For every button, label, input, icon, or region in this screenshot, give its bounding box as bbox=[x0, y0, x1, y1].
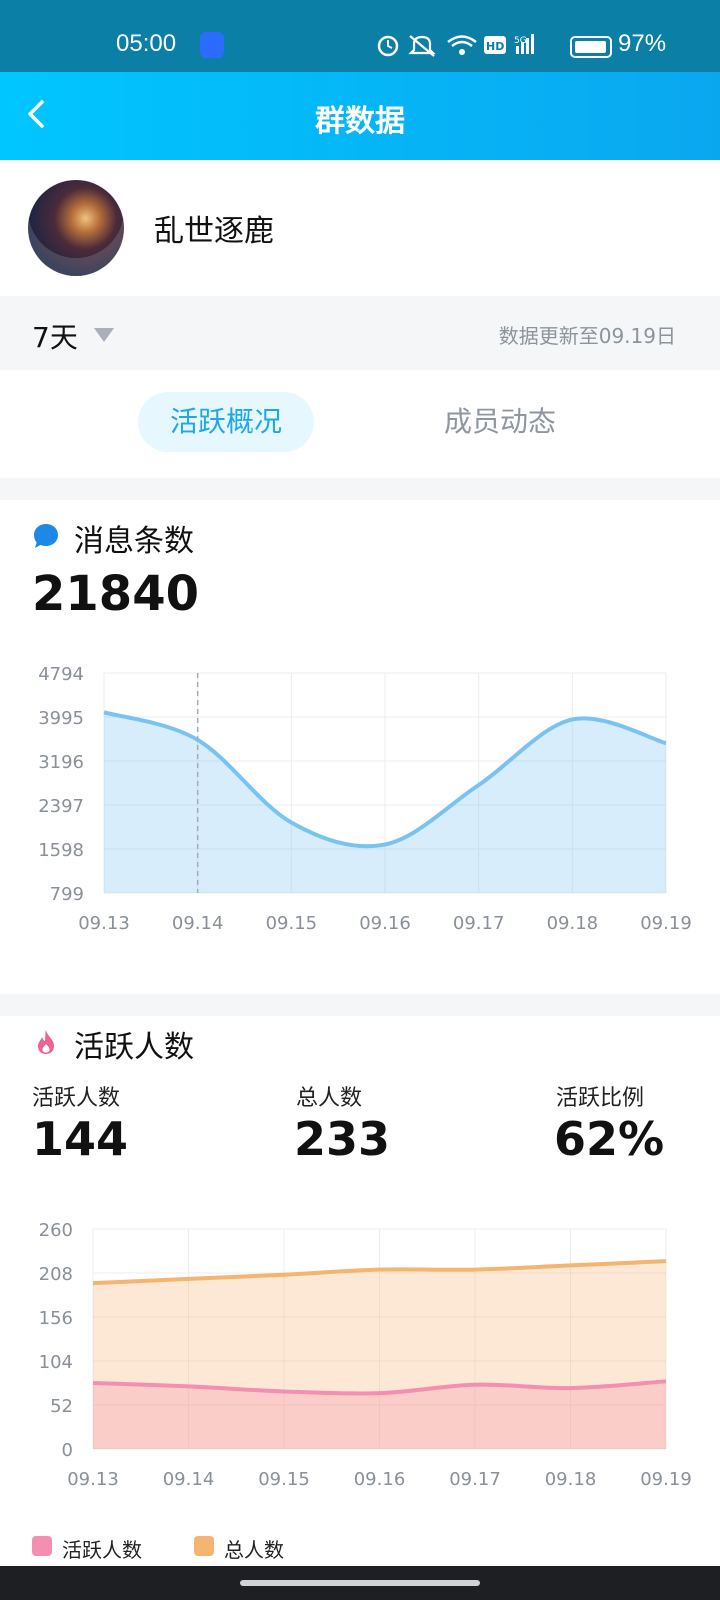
stat-ratio-value: 62% bbox=[554, 1112, 665, 1166]
y-tick-label: 52 bbox=[50, 1396, 73, 1417]
stat-active-value: 144 bbox=[32, 1112, 129, 1166]
data-updated-text: 数据更新至09.19日 bbox=[498, 324, 676, 348]
y-tick-label: 104 bbox=[39, 1352, 73, 1373]
system-nav-bar bbox=[0, 1566, 720, 1600]
x-tick-label: 09.17 bbox=[453, 913, 505, 934]
x-tick-label: 09.14 bbox=[172, 913, 224, 934]
x-tick-label: 09.19 bbox=[640, 913, 692, 934]
group-avatar[interactable] bbox=[28, 180, 124, 276]
stat-ratio-label: 活跃比例 bbox=[556, 1086, 645, 1111]
x-tick-label: 09.15 bbox=[258, 1469, 310, 1490]
chat-bubble-icon bbox=[34, 524, 58, 548]
x-tick-label: 09.17 bbox=[449, 1469, 501, 1490]
active-members-chart: 260 208 156 104 52 0 09.13 09.14 09.15 09.16 09.17… bbox=[39, 1220, 692, 1490]
y-tick-label: 3196 bbox=[38, 752, 84, 773]
y-tick-label: 1598 bbox=[38, 840, 84, 861]
alarm-icon bbox=[377, 35, 399, 57]
y-tick-label: 4794 bbox=[38, 664, 84, 685]
tab-bar: 活跃概况 成员动态 bbox=[0, 370, 720, 478]
home-gesture-handle[interactable] bbox=[240, 1580, 480, 1586]
messages-title: 消息条数 bbox=[74, 524, 194, 559]
x-tick-label: 09.16 bbox=[359, 913, 411, 934]
y-tick-label: 208 bbox=[39, 1264, 73, 1285]
battery-percent: 97% bbox=[618, 30, 667, 57]
x-tick-label: 09.14 bbox=[163, 1469, 215, 1490]
y-tick-label: 156 bbox=[39, 1308, 73, 1329]
period-filter-bar: 7天 数据更新至09.19日 bbox=[0, 296, 720, 370]
hd-icon: HD bbox=[484, 36, 506, 54]
status-bar: 05:00 HD 5G 97% bbox=[0, 0, 720, 72]
tab-activity-overview[interactable]: 活跃概况 bbox=[138, 392, 314, 452]
section-divider bbox=[0, 478, 720, 500]
group-info: 乱世逐鹿 bbox=[0, 160, 720, 296]
legend-label-total: 总人数 bbox=[224, 1538, 284, 1562]
page-title: 群数据 bbox=[315, 104, 405, 139]
messages-chart: 4794 3995 3196 2397 1598 799 09.13 09.14 09.15 09… bbox=[38, 664, 692, 934]
app-notification-icon bbox=[200, 32, 224, 58]
x-tick-label: 09.16 bbox=[354, 1469, 406, 1490]
stat-total-label: 总人数 bbox=[296, 1086, 363, 1111]
period-select[interactable]: 7天 bbox=[32, 316, 78, 356]
battery-icon bbox=[570, 36, 612, 58]
stat-active-label: 活跃人数 bbox=[32, 1086, 121, 1111]
y-tick-label: 0 bbox=[62, 1440, 73, 1461]
caret-down-icon[interactable] bbox=[94, 328, 114, 342]
legend-swatch-total bbox=[194, 1536, 214, 1556]
hd-text: HD bbox=[486, 40, 504, 53]
x-tick-label: 09.19 bbox=[640, 1469, 692, 1490]
x-tick-label: 09.15 bbox=[266, 913, 318, 934]
tab-member-activity[interactable]: 成员动态 bbox=[420, 392, 580, 452]
wifi-icon bbox=[447, 35, 477, 55]
app-header: 群数据 bbox=[0, 72, 720, 160]
y-tick-label: 799 bbox=[50, 884, 84, 905]
x-tick-label: 09.18 bbox=[547, 913, 599, 934]
stat-total-value: 233 bbox=[294, 1112, 391, 1166]
mute-icon bbox=[408, 35, 436, 57]
network-type: 5G bbox=[514, 36, 527, 46]
x-tick-label: 09.13 bbox=[67, 1469, 119, 1490]
signal-icon: 5G bbox=[514, 34, 534, 54]
x-tick-label: 09.13 bbox=[78, 913, 130, 934]
active-title: 活跃人数 bbox=[74, 1030, 194, 1065]
status-icons: HD 5G bbox=[377, 34, 534, 57]
y-tick-label: 260 bbox=[39, 1220, 73, 1241]
y-tick-label: 3995 bbox=[38, 708, 84, 729]
status-time: 05:00 bbox=[116, 30, 177, 57]
battery-fill bbox=[575, 41, 607, 53]
legend-swatch-active bbox=[32, 1536, 52, 1556]
y-tick-label: 2397 bbox=[38, 796, 84, 817]
messages-total: 21840 bbox=[32, 566, 199, 622]
section-divider bbox=[0, 994, 720, 1016]
flame-icon bbox=[38, 1030, 54, 1054]
legend-label-active: 活跃人数 bbox=[62, 1538, 142, 1562]
x-tick-label: 09.18 bbox=[545, 1469, 597, 1490]
group-name: 乱世逐鹿 bbox=[154, 214, 274, 249]
